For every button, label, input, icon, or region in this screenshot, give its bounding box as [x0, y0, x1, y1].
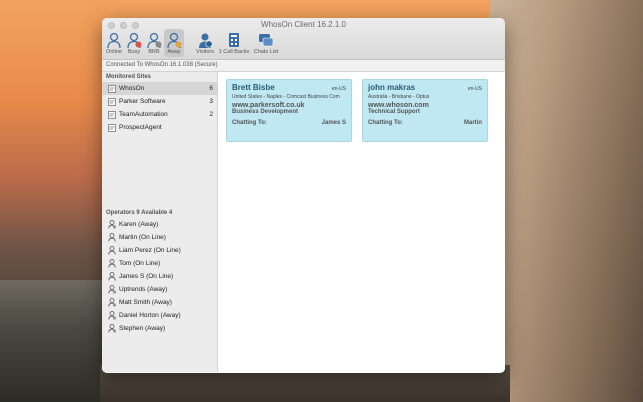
callbacks-label: 1 Call Backs [218, 49, 250, 55]
operator-row[interactable]: Liam Perez (On Line) [102, 244, 217, 257]
wallpaper-forest [0, 280, 110, 402]
operator-name: Karen (Away) [119, 221, 159, 228]
window-title: WhosOn Client 16.2.1.0 [261, 20, 346, 29]
site-icon [108, 110, 116, 119]
chat-card[interactable]: Brett Bisbe en-US United States - Naples… [226, 79, 352, 142]
operator-brb-icon [147, 32, 162, 49]
busy-label: Busy [127, 49, 141, 55]
brb-label: BRB [148, 49, 160, 55]
callbacks-icon [229, 33, 239, 47]
operator-busy-icon [127, 32, 142, 49]
visitor-language: en-US [467, 86, 482, 92]
away-label: Away [167, 49, 181, 55]
operator-away-icon [108, 298, 116, 307]
visitor-department: Business Development [232, 109, 299, 115]
brb-button[interactable]: BRB [144, 29, 164, 57]
chatting-to-label: Chatting To: [232, 120, 267, 126]
site-icon [108, 84, 116, 93]
app-window: WhosOn Client 16.2.1.0 Online Busy BRB A… [102, 18, 505, 373]
visitor-name: Brett Bisbe [232, 83, 275, 92]
visitor-name: john makras [368, 83, 416, 92]
visitor-site: www.parkersoft.co.uk [232, 102, 305, 109]
monitored-sites-heading: Monitored Sites [106, 74, 152, 80]
operator-row[interactable]: Stephen (Away) [102, 322, 217, 335]
visitor-location: United States - Naples - Comcast Busines… [232, 94, 340, 100]
chats-list-icon [259, 34, 274, 47]
site-row-teamautomation[interactable]: TeamAutomation 2 [102, 108, 217, 121]
wallpaper-cliff [490, 0, 643, 402]
operator-online-icon [108, 259, 116, 268]
online-button[interactable]: Online [104, 29, 124, 57]
site-name: Parker Software [119, 98, 166, 105]
chats-list-label: Chats List [253, 49, 279, 55]
operator-name: Uptrends (Away) [119, 286, 168, 293]
visitor-language: en-US [331, 86, 346, 92]
operator-online-icon [108, 272, 116, 281]
operator-away-icon [108, 324, 116, 333]
operator-name: Daniel Horton (Away) [119, 312, 181, 319]
operator-name: James S (On Line) [119, 273, 174, 280]
site-count: 2 [209, 111, 213, 118]
site-count: 3 [209, 98, 213, 105]
site-name: TeamAutomation [119, 111, 168, 118]
chatting-operator: James S [321, 120, 346, 126]
online-label: Online [106, 49, 122, 55]
away-button[interactable]: Away [164, 29, 184, 57]
operator-name: Matt Smith (Away) [119, 299, 172, 306]
visitors-button[interactable]: Visitors [194, 29, 216, 57]
site-icon [108, 97, 116, 106]
content-area: Monitored Sites WhosOn 6 Parker Software… [102, 72, 505, 372]
operator-online-icon [107, 32, 121, 49]
connection-status: Connected To WhosOn 16.1.038 (Secure) [102, 60, 505, 72]
site-row-prospectagent[interactable]: ProspectAgent [102, 121, 217, 134]
chatting-operator: Martin [464, 120, 482, 126]
site-name: WhosOn [119, 85, 145, 92]
visitor-site: www.whoson.com [368, 102, 429, 109]
visitors-label: Visitors [196, 49, 214, 55]
chatting-to-label: Chatting To: [368, 120, 403, 126]
operators-list: Operators 9 Available 4 Karen (Away) Mar… [102, 208, 217, 335]
operator-row[interactable]: Matt Smith (Away) [102, 296, 217, 309]
titlebar: WhosOn Client 16.2.1.0 Online Busy BRB A… [102, 18, 505, 60]
operator-away-icon [108, 220, 116, 229]
operator-row[interactable]: Karen (Away) [102, 218, 217, 231]
operator-away-icon [108, 285, 116, 294]
site-icon [108, 123, 116, 132]
operator-row[interactable]: Uptrends (Away) [102, 283, 217, 296]
operator-away-icon [167, 32, 182, 49]
operator-away-icon [108, 311, 116, 320]
operator-online-icon [108, 233, 116, 242]
site-row-parker-software[interactable]: Parker Software 3 [102, 95, 217, 108]
operator-name: Tom (On Line) [119, 260, 161, 267]
busy-button[interactable]: Busy [124, 29, 144, 57]
operator-row[interactable]: Tom (On Line) [102, 257, 217, 270]
visitor-department: Technical Support [368, 109, 420, 115]
operator-name: Liam Perez (On Line) [119, 247, 181, 254]
site-row-whoson[interactable]: WhosOn 6 [102, 82, 217, 95]
operator-row[interactable]: Martin (On Line) [102, 231, 217, 244]
operator-name: Stephen (Away) [119, 325, 166, 332]
chats-list-button[interactable]: Chats List [252, 29, 280, 57]
site-count: 6 [209, 85, 213, 92]
toolbar: Online Busy BRB Away Visitors 1 Call Bac… [104, 29, 280, 57]
visitor-location: Australia - Brisbane - Optus [368, 94, 430, 100]
callbacks-button[interactable]: 1 Call Backs [216, 29, 252, 57]
chat-card[interactable]: john makras en-US Australia - Brisbane -… [362, 79, 488, 142]
operator-row[interactable]: James S (On Line) [102, 270, 217, 283]
visitors-icon [199, 33, 213, 48]
operator-row[interactable]: Daniel Horton (Away) [102, 309, 217, 322]
sidebar: Monitored Sites WhosOn 6 Parker Software… [102, 72, 218, 372]
operator-online-icon [108, 246, 116, 255]
chats-panel: Brett Bisbe en-US United States - Naples… [218, 72, 505, 372]
operator-name: Martin (On Line) [119, 234, 166, 241]
site-name: ProspectAgent [119, 124, 162, 131]
operators-heading: Operators 9 Available 4 [106, 210, 173, 216]
